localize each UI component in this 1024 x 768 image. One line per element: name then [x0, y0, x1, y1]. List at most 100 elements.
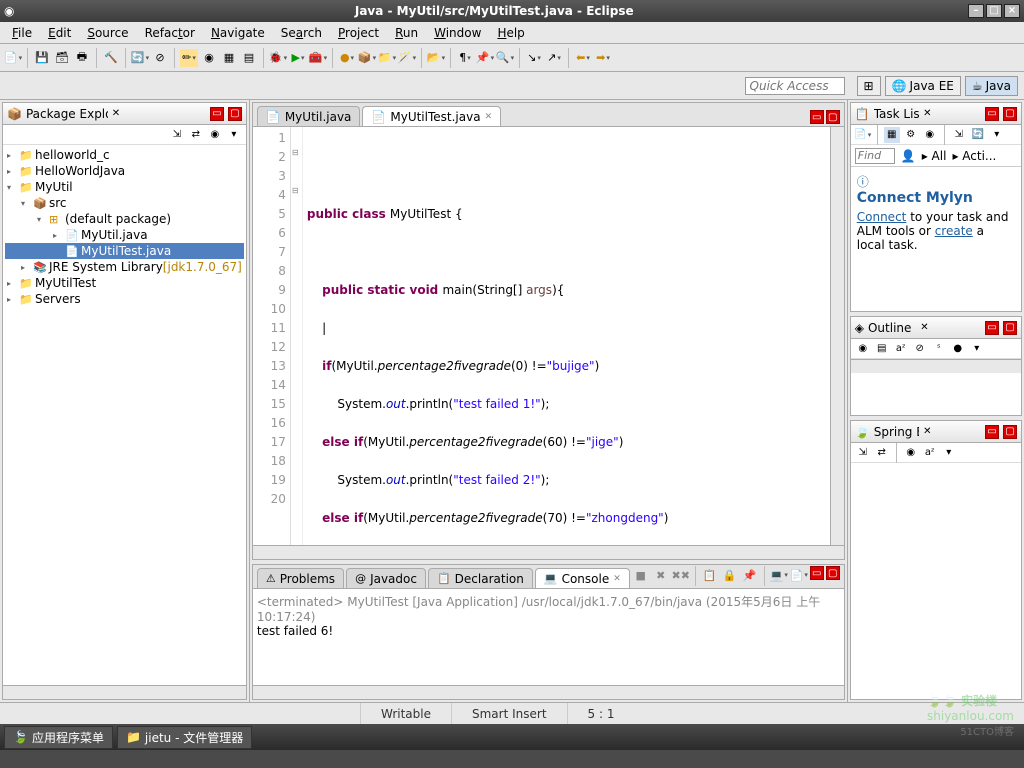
tasklist-minimize-button[interactable]: ▭ — [985, 107, 999, 121]
console-clear-button[interactable]: 📋 — [701, 566, 719, 584]
new-folder-button[interactable]: 📁 — [378, 49, 396, 67]
task-button[interactable]: ▦ — [220, 49, 238, 67]
spring-menu-button[interactable]: ▾ — [941, 445, 957, 461]
filter-button[interactable]: 🔍 — [496, 49, 514, 67]
tasklist-maximize-button[interactable]: ▢ — [1003, 107, 1017, 121]
run-button[interactable]: ▶ — [289, 49, 307, 67]
console-body[interactable]: <terminated> MyUtilTest [Java Applicatio… — [253, 589, 844, 685]
focus-task-button[interactable]: ◉ — [207, 127, 223, 143]
pin-button[interactable]: 📌 — [476, 49, 494, 67]
new-button[interactable]: 📄 — [4, 49, 22, 67]
editor-minimize-button[interactable]: ▭ — [810, 110, 824, 124]
outline-sort-button[interactable]: ▤ — [874, 341, 890, 357]
spring-collapse-button[interactable]: ⇲ — [855, 445, 871, 461]
tab-console[interactable]: 💻 Console ✕ — [535, 568, 630, 588]
close-button[interactable]: × — [1004, 4, 1020, 18]
spring-maximize-button[interactable]: ▢ — [1003, 425, 1017, 439]
code-area[interactable]: public class MyUtilTest { public static … — [291, 127, 830, 545]
outline-minimize-button[interactable]: ▭ — [985, 321, 999, 335]
editor-maximize-button[interactable]: ▢ — [826, 110, 840, 124]
spring-link-button[interactable]: ⇄ — [874, 445, 890, 461]
code-editor[interactable]: 1234567891011121314151617181920 ⊟⊟ publi… — [253, 127, 844, 545]
minimize-button[interactable]: – — [968, 4, 984, 18]
forward-button[interactable]: ➡ — [594, 49, 612, 67]
tab-problems[interactable]: ⚠ Problems — [257, 568, 344, 588]
editor-hscroll[interactable] — [253, 545, 844, 559]
save-button[interactable]: 💾 — [33, 49, 51, 67]
tree-node-helloworld-c[interactable]: ▸📁helloworld_c — [5, 147, 244, 163]
open-type-button[interactable]: 📂 — [427, 49, 445, 67]
menu-run[interactable]: Run — [389, 24, 424, 42]
tree-node-myutil[interactable]: ▾📁MyUtil — [5, 179, 244, 195]
new-package-button[interactable]: 📦 — [358, 49, 376, 67]
view-close-icon[interactable]: ✕ — [923, 108, 931, 119]
marker-button[interactable]: ◉ — [200, 49, 218, 67]
coverage-button[interactable]: ✏ — [180, 49, 198, 67]
app-menu-button[interactable]: 🍃应用程序菜单 — [4, 726, 113, 749]
tree-node-servers[interactable]: ▸📁Servers — [5, 291, 244, 307]
editor-tab-myutiltest[interactable]: 📄MyUtilTest.java✕ — [362, 106, 501, 126]
menu-search[interactable]: Search — [275, 24, 328, 42]
perspective-java[interactable]: ☕ Java — [965, 76, 1018, 96]
new-task-button[interactable]: 📄 — [855, 127, 871, 143]
view-menu-button[interactable]: ▾ — [226, 127, 242, 143]
package-explorer-tree[interactable]: ▸📁helloworld_c ▸📁HelloWorldJava ▾📁MyUtil… — [3, 145, 246, 685]
view-minimize-button[interactable]: ▭ — [210, 107, 224, 121]
outline-menu-button[interactable]: ▾ — [969, 341, 985, 357]
menu-navigate[interactable]: Navigate — [205, 24, 271, 42]
outline-az-button[interactable]: aᶻ — [893, 341, 909, 357]
editor-tab-myutil[interactable]: 📄MyUtil.java — [257, 106, 361, 126]
tree-node-helloworldjava[interactable]: ▸📁HelloWorldJava — [5, 163, 244, 179]
skip-button[interactable]: ⊘ — [151, 49, 169, 67]
tree-node-jre[interactable]: ▸📚JRE System Library [jdk1.7.0_67] — [5, 259, 244, 275]
outline-focus-button[interactable]: ◉ — [855, 341, 871, 357]
build-button[interactable]: 🔨 — [102, 49, 120, 67]
console-remove-button[interactable]: ✖ — [652, 566, 670, 584]
menu-refactor[interactable]: Refactor — [139, 24, 201, 42]
ext-tools-button[interactable]: 🧰 — [309, 49, 327, 67]
save-all-button[interactable]: 🗃 — [53, 49, 71, 67]
console-minimize-button[interactable]: ▭ — [810, 566, 824, 580]
console-display-button[interactable]: 💻 — [770, 566, 788, 584]
outline-hide-static-button[interactable]: ˢ — [931, 341, 947, 357]
debug-button[interactable]: 🐞 — [269, 49, 287, 67]
console-pin-button[interactable]: 📌 — [741, 566, 759, 584]
jietu-taskbar-button[interactable]: 📁jietu - 文件管理器 — [117, 726, 252, 749]
step2-button[interactable]: ↗ — [545, 49, 563, 67]
categorize-button[interactable]: ▦ — [884, 127, 900, 143]
console-maximize-button[interactable]: ▢ — [826, 566, 840, 580]
view-close-icon[interactable]: ✕ — [112, 108, 120, 119]
schedule-button[interactable]: ⚙ — [903, 127, 919, 143]
outline-hide-nonpublic-button[interactable]: ● — [950, 341, 966, 357]
tree-node-myutiltest[interactable]: ▸📁MyUtilTest — [5, 275, 244, 291]
maximize-button[interactable]: □ — [986, 4, 1002, 18]
console-open-button[interactable]: 📄 — [790, 566, 808, 584]
console-remove-all-button[interactable]: ✖✖ — [672, 566, 690, 584]
mylyn-create-link[interactable]: create — [935, 224, 973, 238]
sync-button[interactable]: 🔄 — [970, 127, 986, 143]
spring-sort-button[interactable]: aᶻ — [922, 445, 938, 461]
tasklist-menu-button[interactable]: ▾ — [989, 127, 1005, 143]
menu-source[interactable]: Source — [81, 24, 134, 42]
view-maximize-button[interactable]: ▢ — [228, 107, 242, 121]
menu-project[interactable]: Project — [332, 24, 385, 42]
tree-node-myutil-java[interactable]: ▸📄MyUtil.java — [5, 227, 244, 243]
new-class-button[interactable]: ● — [338, 49, 356, 67]
tab-declaration[interactable]: 📋 Declaration — [428, 568, 533, 588]
focus-button[interactable]: ◉ — [922, 127, 938, 143]
quick-access-input[interactable] — [745, 77, 845, 95]
step-button[interactable]: ↘ — [525, 49, 543, 67]
debug-launch-button[interactable]: 🔄 — [131, 49, 149, 67]
new-wand-button[interactable]: 🪄 — [398, 49, 416, 67]
perspective-javaee[interactable]: 🌐 Java EE — [885, 76, 961, 96]
tab-close-icon[interactable]: ✕ — [485, 112, 493, 122]
task-find-input[interactable] — [855, 148, 895, 164]
spring-filter-button[interactable]: ◉ — [903, 445, 919, 461]
tree-node-src[interactable]: ▾📦src — [5, 195, 244, 211]
pe-hscroll[interactable] — [3, 685, 246, 699]
tree-node-myutiltest-java[interactable]: 📄MyUtilTest.java — [5, 243, 244, 259]
console-hscroll[interactable] — [253, 685, 844, 699]
collapse-button[interactable]: ⇲ — [951, 127, 967, 143]
editor-vscroll[interactable] — [830, 127, 844, 545]
back-button[interactable]: ⬅ — [574, 49, 592, 67]
